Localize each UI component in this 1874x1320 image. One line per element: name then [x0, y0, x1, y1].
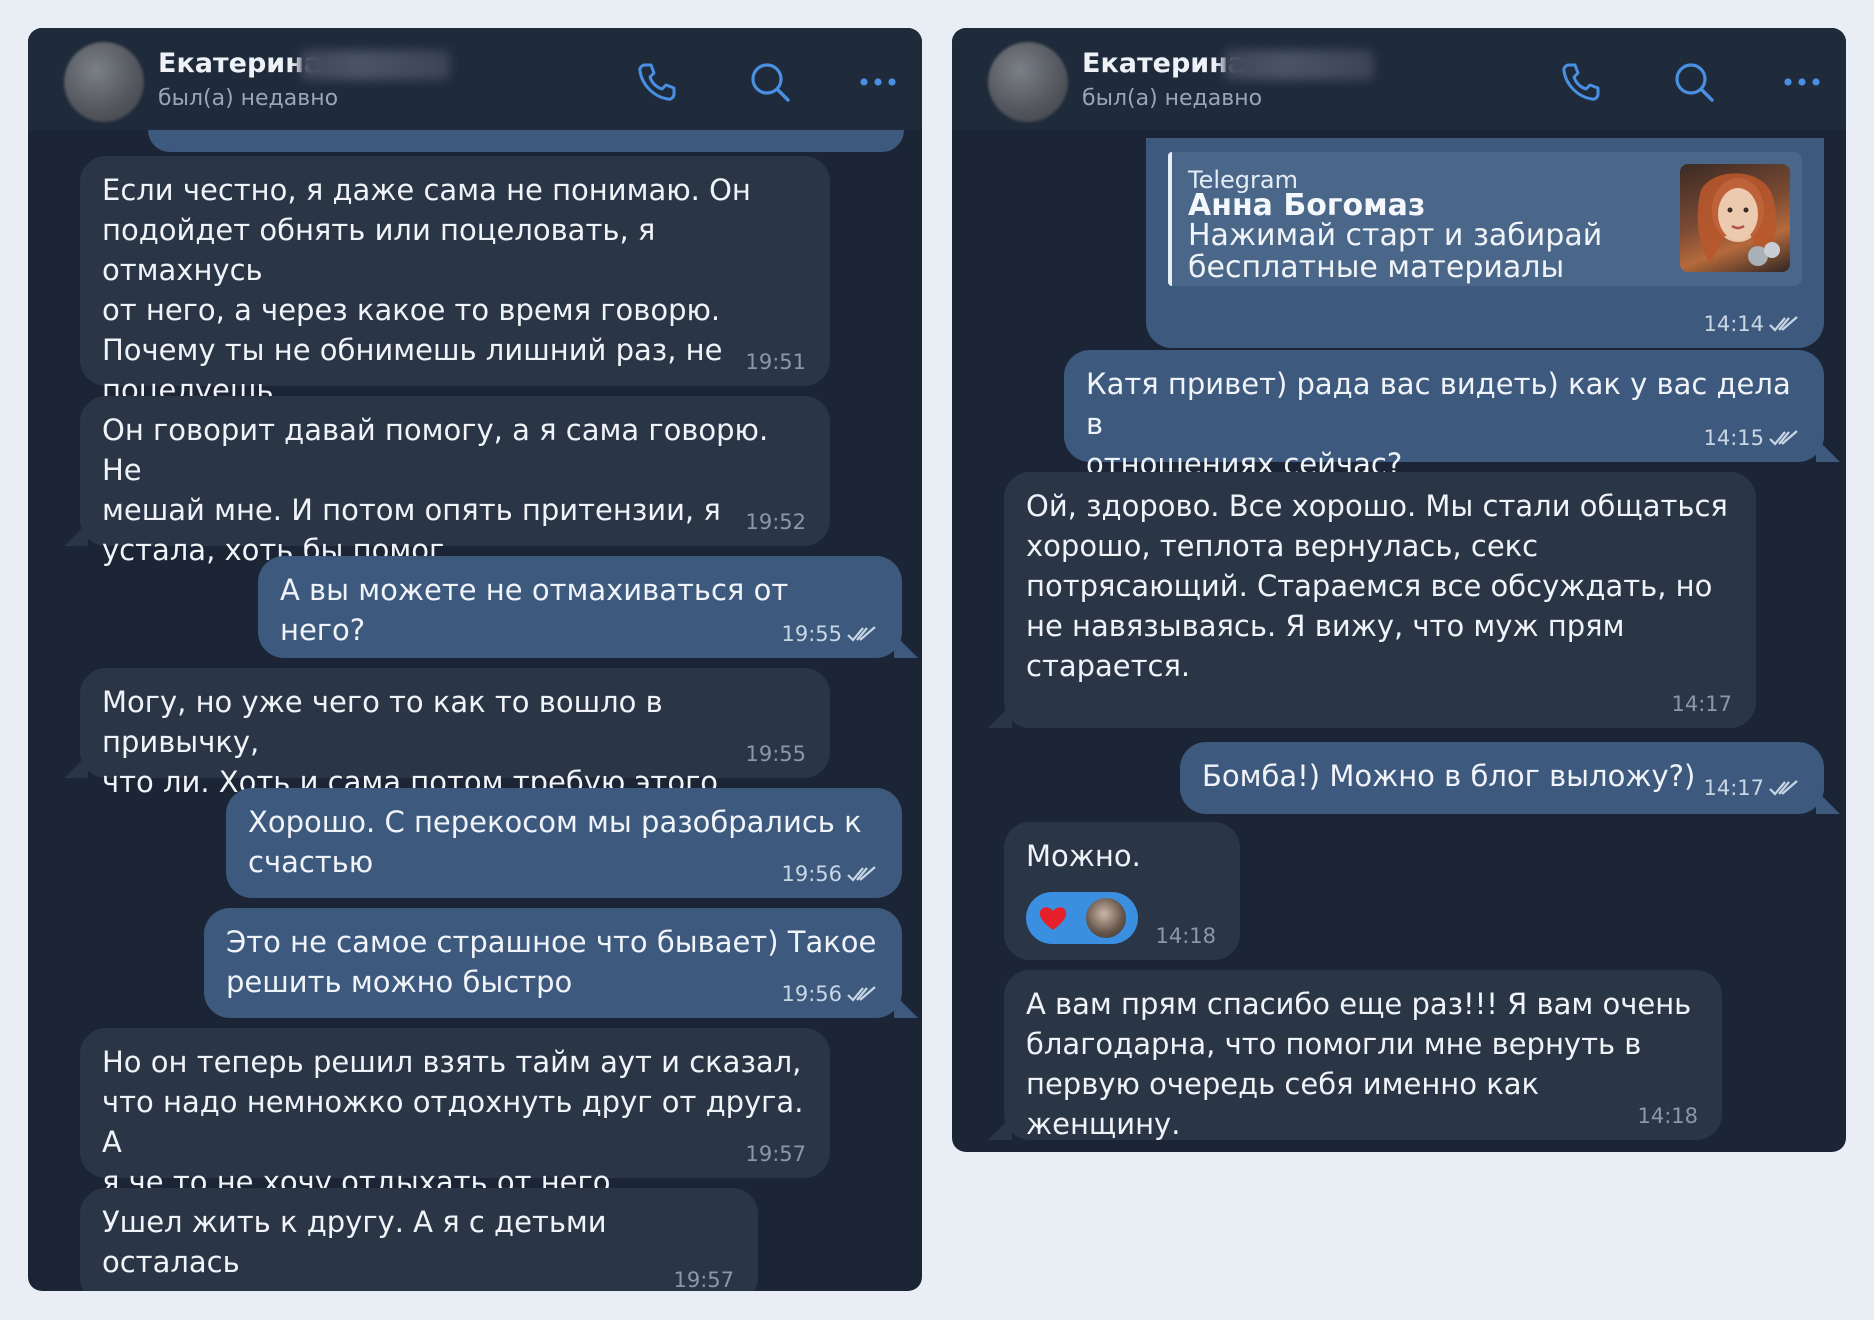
chat-screenshot-left: Екатерина был(а) недавно Если честно, я … [28, 28, 922, 1291]
bubble-tail [988, 1116, 1012, 1140]
incoming-message[interactable]: Можно. 14:18 [1004, 822, 1240, 960]
incoming-message[interactable]: Если честно, я даже сама не понимаю. Он … [80, 156, 830, 407]
contact-name[interactable]: Екатерина [158, 48, 322, 79]
message-time-wrap: 14:14 [1703, 312, 1800, 336]
message-time-wrap: 14:15 [1703, 426, 1800, 450]
message-time: 19:55 [781, 622, 842, 646]
phone-icon[interactable] [1556, 58, 1604, 106]
reaction-avatar [1084, 896, 1128, 940]
bubble-tail [1816, 438, 1840, 462]
contact-status: был(а) недавно [1082, 86, 1263, 111]
name-redaction [1224, 50, 1374, 80]
message-time: 14:18 [1637, 1104, 1698, 1128]
more-icon[interactable] [1778, 58, 1826, 106]
message-text: А вам прям спасибо еще раз!!! Я вам очен… [1026, 987, 1692, 1141]
read-receipt-icon [847, 866, 876, 882]
message-time: 14:17 [1671, 692, 1732, 716]
heart-icon [1039, 907, 1067, 930]
contact-status: был(а) недавно [158, 86, 339, 111]
search-icon[interactable] [746, 58, 794, 106]
contact-avatar[interactable] [64, 42, 144, 122]
message-time: 14:14 [1703, 312, 1764, 336]
message-time: 19:56 [781, 982, 842, 1006]
contact-name[interactable]: Екатерина [1082, 48, 1246, 79]
outgoing-message[interactable]: Бомба!) Можно в блог выложу?) 14:17 [1180, 742, 1824, 814]
read-receipt-icon [1769, 780, 1798, 796]
message-time: 19:52 [745, 510, 806, 534]
forwarded-message[interactable]: Telegram Анна Богомаз Нажимай старт и за… [1146, 138, 1824, 348]
phone-icon[interactable] [632, 58, 680, 106]
message-text: Катя привет) рада вас видеть) как у вас … [1086, 367, 1791, 481]
message-text: Ой, здорово. Все хорошо. Мы стали общать… [1026, 489, 1728, 683]
chat-header: Екатерина был(а) недавно [952, 28, 1846, 130]
incoming-message[interactable]: Но он теперь решил взять тайм аут и сказ… [80, 1028, 830, 1199]
incoming-message[interactable]: Могу, но уже чего то как то вошло в прив… [80, 668, 830, 799]
bubble-tail [894, 634, 918, 658]
forward-description: Нажимай старт и забирай бесплатные матер… [1188, 218, 1603, 285]
message-time: 19:56 [781, 862, 842, 886]
outgoing-message[interactable]: Катя привет) рада вас видеть) как у вас … [1064, 350, 1824, 481]
message-reactions[interactable] [1026, 892, 1138, 944]
message-time: 19:55 [745, 742, 806, 766]
message-time-wrap: 14:17 [1703, 776, 1800, 800]
message-time: 14:17 [1703, 776, 1764, 800]
message-time-wrap: 19:55 [781, 622, 878, 646]
message-time: 14:18 [1155, 924, 1216, 948]
message-time: 19:51 [745, 350, 806, 374]
bubble-tail [1816, 790, 1840, 814]
message-time: 19:57 [673, 1268, 734, 1291]
incoming-message[interactable]: А вам прям спасибо еще раз!!! Я вам очен… [1004, 970, 1722, 1141]
read-receipt-icon [847, 986, 876, 1002]
bubble-tail [988, 704, 1012, 728]
outgoing-message[interactable]: А вы можете не отмахиваться от него? 19:… [258, 556, 902, 658]
outgoing-message[interactable]: Это не самое страшное что бывает) Такое … [204, 908, 902, 1018]
incoming-message[interactable]: Ой, здорово. Все хорошо. Мы стали общать… [1004, 472, 1756, 728]
contact-avatar[interactable] [988, 42, 1068, 122]
chat-header: Екатерина был(а) недавно [28, 28, 922, 130]
message-text: Ушел жить к другу. А я с детьми осталась… [102, 1205, 607, 1291]
message-text: Можно. [1026, 839, 1141, 873]
message-time: 19:57 [745, 1142, 806, 1166]
incoming-message[interactable]: Ушел жить к другу. А я с детьми осталась… [80, 1188, 758, 1291]
bubble-tail [894, 994, 918, 1018]
outgoing-message[interactable]: Хорошо. С перекосом мы разобрались к сча… [226, 788, 902, 898]
message-text: Он говорит давай помогу, а я сама говорю… [102, 413, 769, 567]
more-icon[interactable] [854, 58, 902, 106]
message-text: Могу, но уже чего то как то вошло в прив… [102, 685, 719, 799]
name-redaction [300, 50, 450, 80]
message-time-wrap: 19:56 [781, 862, 878, 886]
chat-screenshot-right: Екатерина был(а) недавно Telegram Анна Б… [952, 28, 1846, 1152]
read-receipt-icon [1769, 316, 1798, 332]
read-receipt-icon [847, 626, 876, 642]
incoming-message[interactable]: Он говорит давай помогу, а я сама говорю… [80, 396, 830, 567]
search-icon[interactable] [1670, 58, 1718, 106]
read-receipt-icon [1769, 430, 1798, 446]
forwarded-preview-card[interactable]: Telegram Анна Богомаз Нажимай старт и за… [1168, 152, 1802, 286]
message-text: Если честно, я даже сама не понимаю. Он … [102, 173, 751, 407]
message-time-wrap: 19:56 [781, 982, 878, 1006]
message-time: 14:15 [1703, 426, 1764, 450]
forward-thumbnail[interactable] [1680, 164, 1790, 272]
message-text: Но он теперь решил взять тайм аут и сказ… [102, 1045, 804, 1199]
